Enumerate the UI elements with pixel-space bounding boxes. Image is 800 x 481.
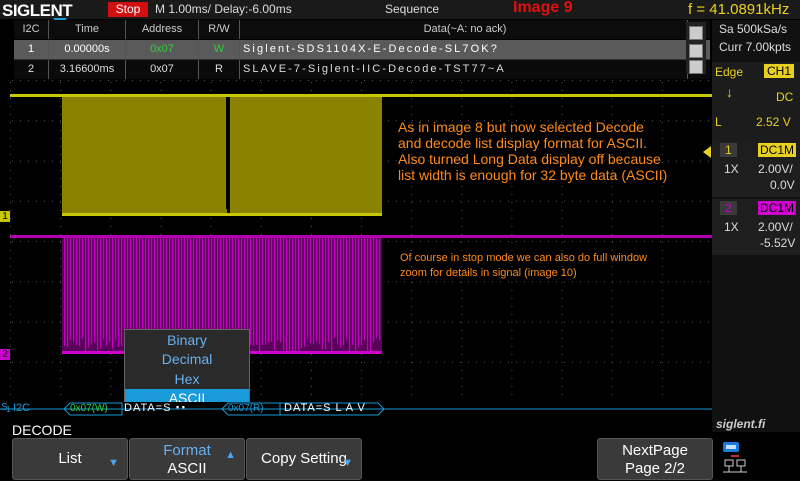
row-index: 2: [14, 60, 49, 79]
ch1-burst-1: [62, 97, 227, 215]
table-row[interactable]: 2 3.16600ms 0x07 R SLAVE-7-Siglent-IIC-D…: [14, 59, 710, 79]
bus-seg1-address: 0x07(W): [70, 403, 108, 414]
list-softkey[interactable]: List ▼: [12, 438, 128, 480]
table-row[interactable]: 1 0.00000s 0x07 W Siglent-SDS1104X-E-Dec…: [14, 40, 710, 59]
decode-bus-row: S 1 I2C 0x07(W) DATA=S ▪ ▪ 0x07(R) DATA=…: [0, 402, 712, 416]
ch2-probe: 1X: [724, 220, 739, 234]
row-time: 0.00000s: [49, 40, 126, 59]
annotation-note-1: As in image 8 but now selected Decode an…: [398, 119, 668, 183]
bus-label-num: 1: [6, 405, 11, 414]
row-data: Siglent-SDS1104X-E-Decode-SL7OK?: [240, 40, 688, 59]
ch1-gap: [226, 97, 230, 209]
row-data: SLAVE-7-Siglent-IIC-Decode-TST77~A: [240, 60, 688, 79]
arrow-up-icon: ▲: [225, 449, 236, 461]
menu-title: DECODE: [12, 422, 72, 438]
image-tag: Image 9: [513, 0, 573, 16]
next-page-label: NextPage: [622, 442, 688, 459]
table-scrollbar[interactable]: [686, 22, 706, 74]
bus-seg1-data: DATA=S: [124, 402, 172, 414]
ch2-coupling: DC1M: [758, 201, 797, 215]
menu-option-decimal[interactable]: Decimal: [125, 350, 249, 369]
ch1-burst-2: [230, 97, 382, 215]
ch2-info-box[interactable]: 2 DC1M 1X 2.00V/ -5.52V: [712, 199, 800, 255]
ch2-offset: -5.52V: [760, 236, 796, 250]
column-header-address: Address: [126, 20, 199, 39]
next-page-softkey[interactable]: NextPage Page 2/2: [597, 438, 713, 480]
ch1-scale: 2.00V/: [758, 162, 793, 176]
ch2-baseline: [10, 235, 712, 238]
ch2-number: 2: [720, 201, 737, 215]
network-status-icon: [719, 440, 749, 476]
menu-option-hex[interactable]: Hex: [125, 370, 249, 389]
format-softkey[interactable]: Format ASCII ▲: [129, 438, 245, 480]
ch1-bottom-edge: [62, 213, 382, 216]
row-address: 0x07: [126, 60, 199, 79]
timebase-readout: M 1.00ms/ Delay:-6.00ms: [155, 2, 292, 16]
rising-edge-icon: ↓: [726, 84, 733, 100]
arrow-down-icon: ▼: [108, 457, 119, 469]
ch1-coupling: DC1M: [758, 143, 797, 157]
trigger-level-marker-icon[interactable]: [703, 146, 711, 158]
trigger-level-label: L: [715, 115, 722, 129]
table-header: I2C Time Address R/W Data(~A: no ack): [14, 20, 710, 39]
trigger-source: CH1: [764, 64, 795, 78]
scroll-up-box[interactable]: [689, 26, 703, 40]
annotation-note-2: Of course in stop mode we can also do fu…: [400, 252, 648, 279]
trigger-coupling: DC: [776, 90, 794, 104]
ch1-offset: 0.0V: [770, 178, 795, 192]
column-header-rw: R/W: [199, 20, 240, 39]
watermark: siglent.fi: [716, 417, 766, 431]
trigger-level-value: 2.52 V: [756, 115, 791, 129]
siglent-logo: SIGLENT: [2, 1, 73, 20]
row-time: 3.16600ms: [49, 60, 126, 79]
ch2-scale: 2.00V/: [758, 220, 793, 234]
ch1-probe: 1X: [724, 162, 739, 176]
frequency-readout: f = 41.0891kHz: [688, 1, 790, 18]
row-index: 1: [14, 40, 49, 59]
column-header-i2c: I2C: [14, 20, 49, 39]
arrow-down-icon: ▼: [342, 457, 353, 469]
ch1-baseline: [10, 94, 712, 97]
row-address: 0x07: [126, 40, 199, 59]
scroll-down-box[interactable]: [689, 60, 703, 74]
format-dropdown-menu[interactable]: Binary Decimal Hex ASCII: [124, 329, 250, 410]
bus-seg2-data: DATA=S L A V: [284, 402, 366, 414]
memory-depth-readout: Curr 7.00kpts: [719, 40, 792, 54]
sample-rate-readout: Sa 500kSa/s: [719, 22, 788, 36]
page-indicator: Page 2/2: [624, 460, 686, 477]
ch1-info-box[interactable]: 1 DC1M 1X 2.00V/ 0.0V: [712, 141, 800, 197]
run-state-badge[interactable]: Stop: [108, 2, 148, 17]
row-rw: R: [199, 60, 240, 79]
trigger-mode-readout: Sequence: [385, 2, 440, 16]
column-header-time: Time: [49, 20, 126, 39]
copy-setting-softkey[interactable]: Copy Setting ▼: [246, 438, 362, 480]
ch1-level-marker[interactable]: 1: [0, 211, 10, 222]
decode-list-table: I2C Time Address R/W Data(~A: no ack) 1 …: [14, 20, 710, 79]
column-header-data: Data(~A: no ack): [240, 20, 688, 39]
bus-seg1-more: ▪ ▪: [176, 402, 185, 412]
trigger-type: Edge: [715, 65, 744, 79]
scroll-mid-box[interactable]: [689, 44, 703, 58]
menu-option-binary[interactable]: Binary: [125, 331, 249, 350]
right-info-panel: Sa 500kSa/s Curr 7.00kpts Edge CH1 ↓ DC …: [712, 20, 800, 432]
bus-seg2-address: 0x07(R): [228, 403, 264, 414]
row-rw: W: [199, 40, 240, 59]
ch2-level-marker[interactable]: 2: [0, 349, 10, 360]
format-value: ASCII: [167, 460, 207, 477]
ch1-number: 1: [720, 143, 737, 157]
bus-label: I2C: [13, 402, 31, 414]
